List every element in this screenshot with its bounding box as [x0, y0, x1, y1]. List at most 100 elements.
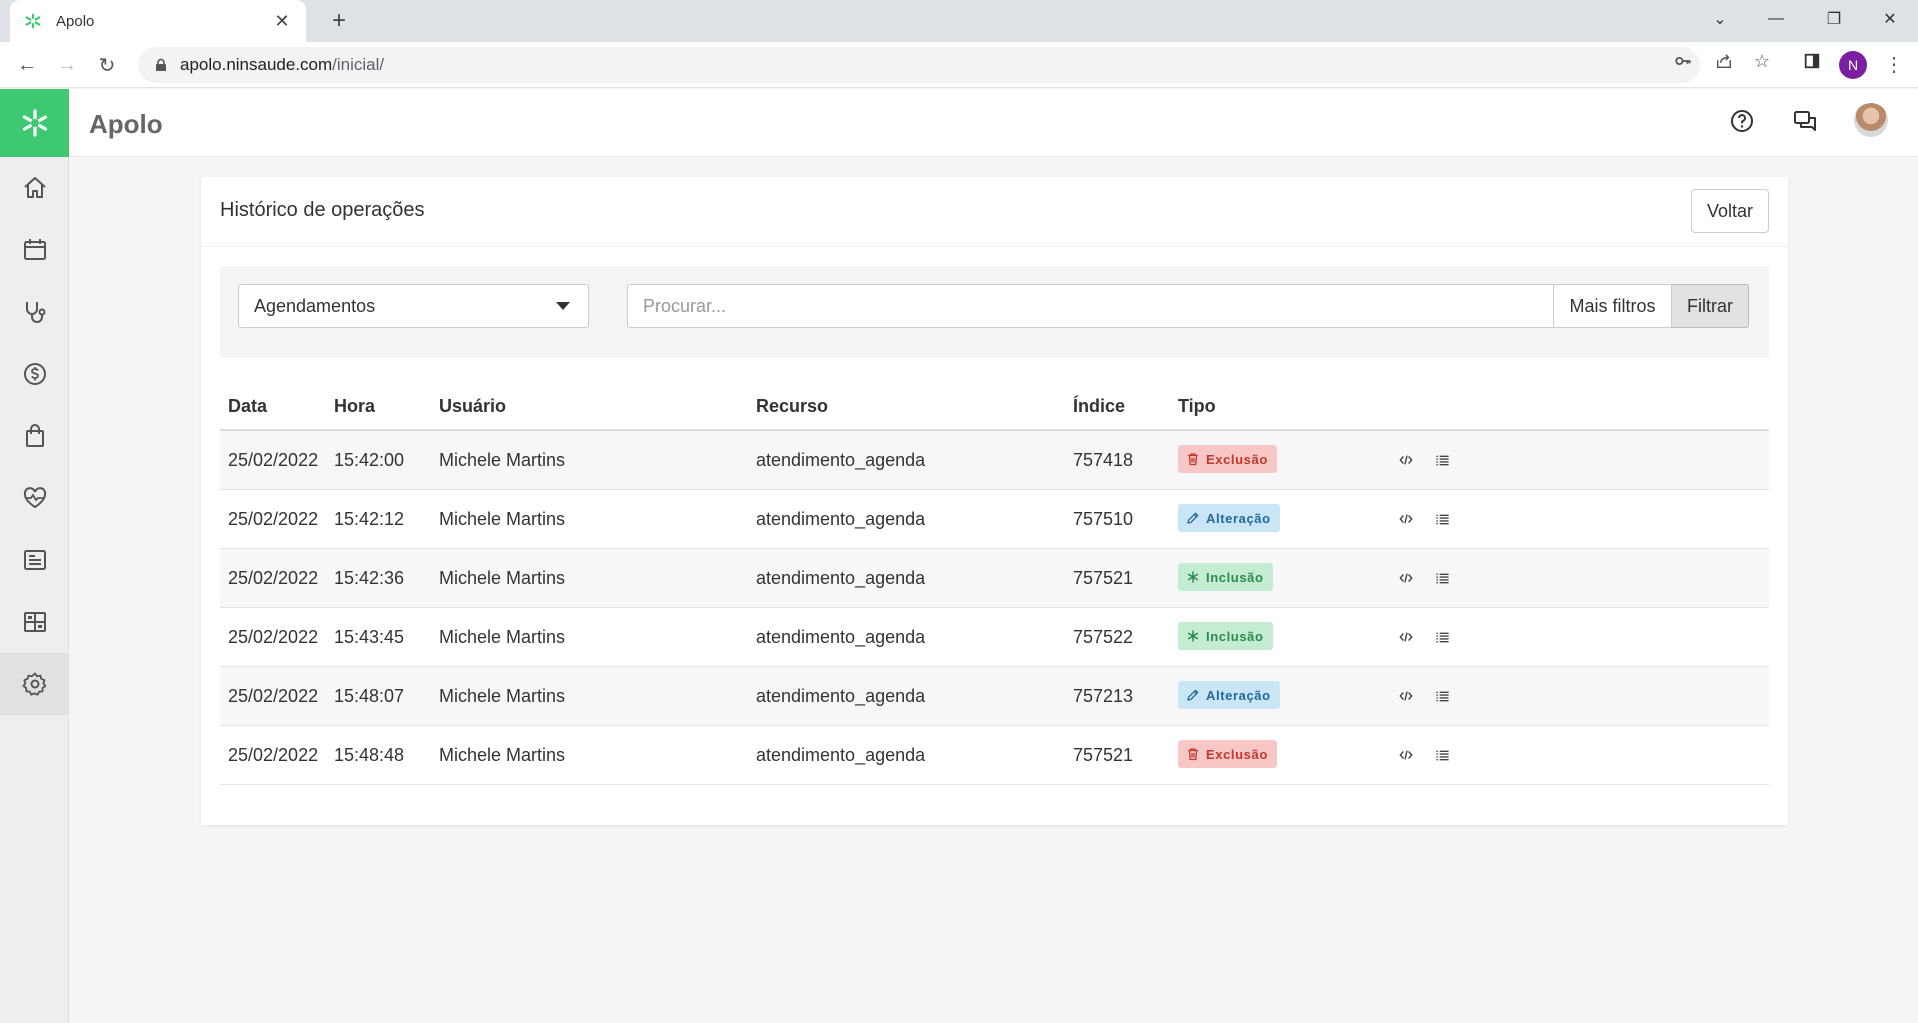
table-header: Data Hora Usuário Recurso Índice Tipo [220, 381, 1769, 431]
side-panel-icon[interactable] [1801, 50, 1823, 72]
sidebar-item-clinical[interactable] [0, 281, 69, 343]
browser-tab[interactable]: Apolo ✕ [10, 0, 306, 42]
caret-down-icon [556, 302, 570, 310]
cell-hora: 15:43:45 [334, 627, 405, 647]
sidebar-item-reports[interactable] [0, 529, 69, 591]
reload-icon[interactable]: ↻ [92, 50, 122, 80]
header-tipo[interactable]: Tipo [1178, 396, 1216, 417]
table-body: 25/02/2022 15:42:00 Michele Martins atendim… [220, 431, 1769, 785]
cell-recurso: atendimento_agenda [756, 568, 926, 588]
forward-arrow-icon[interactable]: → [52, 50, 82, 80]
code-icon[interactable] [1396, 686, 1416, 706]
operations-history-card: Histórico de operações Voltar Agendament… [201, 177, 1788, 825]
header-indice[interactable]: Índice [1073, 396, 1125, 417]
sidebar-item-shop[interactable] [0, 405, 69, 467]
code-icon[interactable] [1396, 509, 1416, 529]
close-tab-icon[interactable]: ✕ [272, 11, 292, 32]
chat-icon[interactable] [1789, 105, 1821, 137]
back-button[interactable]: Voltar [1691, 189, 1769, 233]
details-list-icon[interactable] [1432, 627, 1452, 647]
url-path: /inicial/ [332, 55, 385, 74]
back-arrow-icon[interactable]: ← [12, 50, 42, 80]
tab-search-icon[interactable]: ⌄ [1692, 0, 1748, 38]
code-icon[interactable] [1396, 745, 1416, 765]
home-icon [23, 177, 46, 198]
search-group: Mais filtros Filtrar [627, 284, 1749, 328]
trash-icon [1188, 748, 1198, 761]
header-recurso[interactable]: Recurso [756, 396, 828, 417]
cell-recurso: atendimento_agenda [756, 627, 926, 647]
key-icon[interactable] [1672, 50, 1694, 72]
more-filters-button[interactable]: Mais filtros [1554, 284, 1672, 328]
header-data[interactable]: Data [228, 396, 267, 417]
resource-select[interactable]: Agendamentos [238, 284, 589, 328]
browser-menu-icon[interactable]: ⋮ [1884, 52, 1904, 77]
code-icon[interactable] [1396, 568, 1416, 588]
pencil-icon [1187, 512, 1199, 524]
sidebar [0, 157, 69, 1023]
details-list-icon[interactable] [1432, 509, 1452, 529]
app-logo[interactable] [0, 89, 69, 157]
user-avatar[interactable] [1854, 103, 1888, 137]
type-badge: Inclusão [1178, 622, 1273, 650]
sidebar-item-health[interactable] [0, 467, 69, 529]
cell-data: 25/02/2022 [228, 686, 319, 706]
share-icon[interactable] [1713, 50, 1735, 72]
code-icon[interactable] [1396, 450, 1416, 470]
url-host: apolo.ninsaude.com [180, 55, 333, 74]
table-row: 25/02/2022 15:42:36 Michele Martins atendim… [220, 549, 1769, 608]
sidebar-item-dashboard[interactable] [0, 591, 69, 653]
search-input[interactable] [627, 284, 1554, 328]
type-badge: Alteração [1178, 681, 1280, 709]
cell-indice: 757521 [1073, 568, 1134, 588]
profile-avatar[interactable]: N [1839, 51, 1867, 79]
cell-indice: 757510 [1073, 509, 1134, 529]
header-hora[interactable]: Hora [334, 396, 375, 417]
new-tab-icon[interactable]: + [324, 6, 354, 36]
table-row: 25/02/2022 15:42:00 Michele Martins atendim… [220, 431, 1769, 490]
table-row: 25/02/2022 15:42:12 Michele Martins atendim… [220, 490, 1769, 549]
cell-data: 25/02/2022 [228, 745, 319, 765]
stethoscope-icon [25, 302, 45, 323]
cell-usuario: Michele Martins [439, 568, 566, 588]
cell-usuario: Michele Martins [439, 509, 566, 529]
apolo-favicon-icon [24, 12, 42, 30]
calendar-icon [23, 239, 46, 260]
details-list-icon[interactable] [1432, 450, 1452, 470]
app-header: Apolo [69, 89, 1918, 157]
asterisk-icon [1187, 571, 1199, 583]
cell-usuario: Michele Martins [439, 686, 566, 706]
type-badge: Alteração [1178, 504, 1280, 532]
window-close-icon[interactable]: ✕ [1862, 0, 1918, 38]
cell-hora: 15:42:36 [334, 568, 405, 588]
heart-pulse-icon [23, 487, 46, 509]
cell-indice: 757521 [1073, 745, 1134, 765]
details-list-icon[interactable] [1432, 686, 1452, 706]
sidebar-item-settings[interactable] [0, 653, 69, 715]
cell-data: 25/02/2022 [228, 627, 319, 647]
cell-hora: 15:42:00 [334, 450, 405, 470]
help-icon[interactable] [1726, 105, 1758, 137]
code-icon[interactable] [1396, 627, 1416, 647]
cell-usuario: Michele Martins [439, 450, 566, 470]
details-list-icon[interactable] [1432, 745, 1452, 765]
resource-select-value: Agendamentos [254, 295, 376, 316]
sidebar-item-home[interactable] [0, 157, 69, 219]
cell-data: 25/02/2022 [228, 509, 319, 529]
pencil-icon [1187, 689, 1199, 701]
star-icon[interactable]: ☆ [1751, 50, 1773, 72]
sidebar-item-calendar[interactable] [0, 219, 69, 281]
restore-icon[interactable]: ❐ [1806, 0, 1862, 38]
browser-tab-bar: Apolo ✕ + ⌄ — ❐ ✕ [0, 0, 1918, 42]
header-usuario[interactable]: Usuário [439, 396, 506, 417]
minimize-icon[interactable]: — [1748, 0, 1804, 38]
filter-button[interactable]: Filtrar [1672, 284, 1749, 328]
gear-icon [22, 672, 46, 696]
browser-toolbar: ← → ↻ apolo.ninsaude.com/inicial/ ☆ N ⋮ [0, 42, 1918, 88]
sidebar-item-finance[interactable] [0, 343, 69, 405]
trash-icon [1188, 453, 1198, 466]
type-badge-label: Alteração [1206, 687, 1271, 703]
address-bar[interactable]: apolo.ninsaude.com/inicial/ [138, 47, 1700, 83]
type-badge-label: Inclusão [1206, 569, 1264, 585]
details-list-icon[interactable] [1432, 568, 1452, 588]
